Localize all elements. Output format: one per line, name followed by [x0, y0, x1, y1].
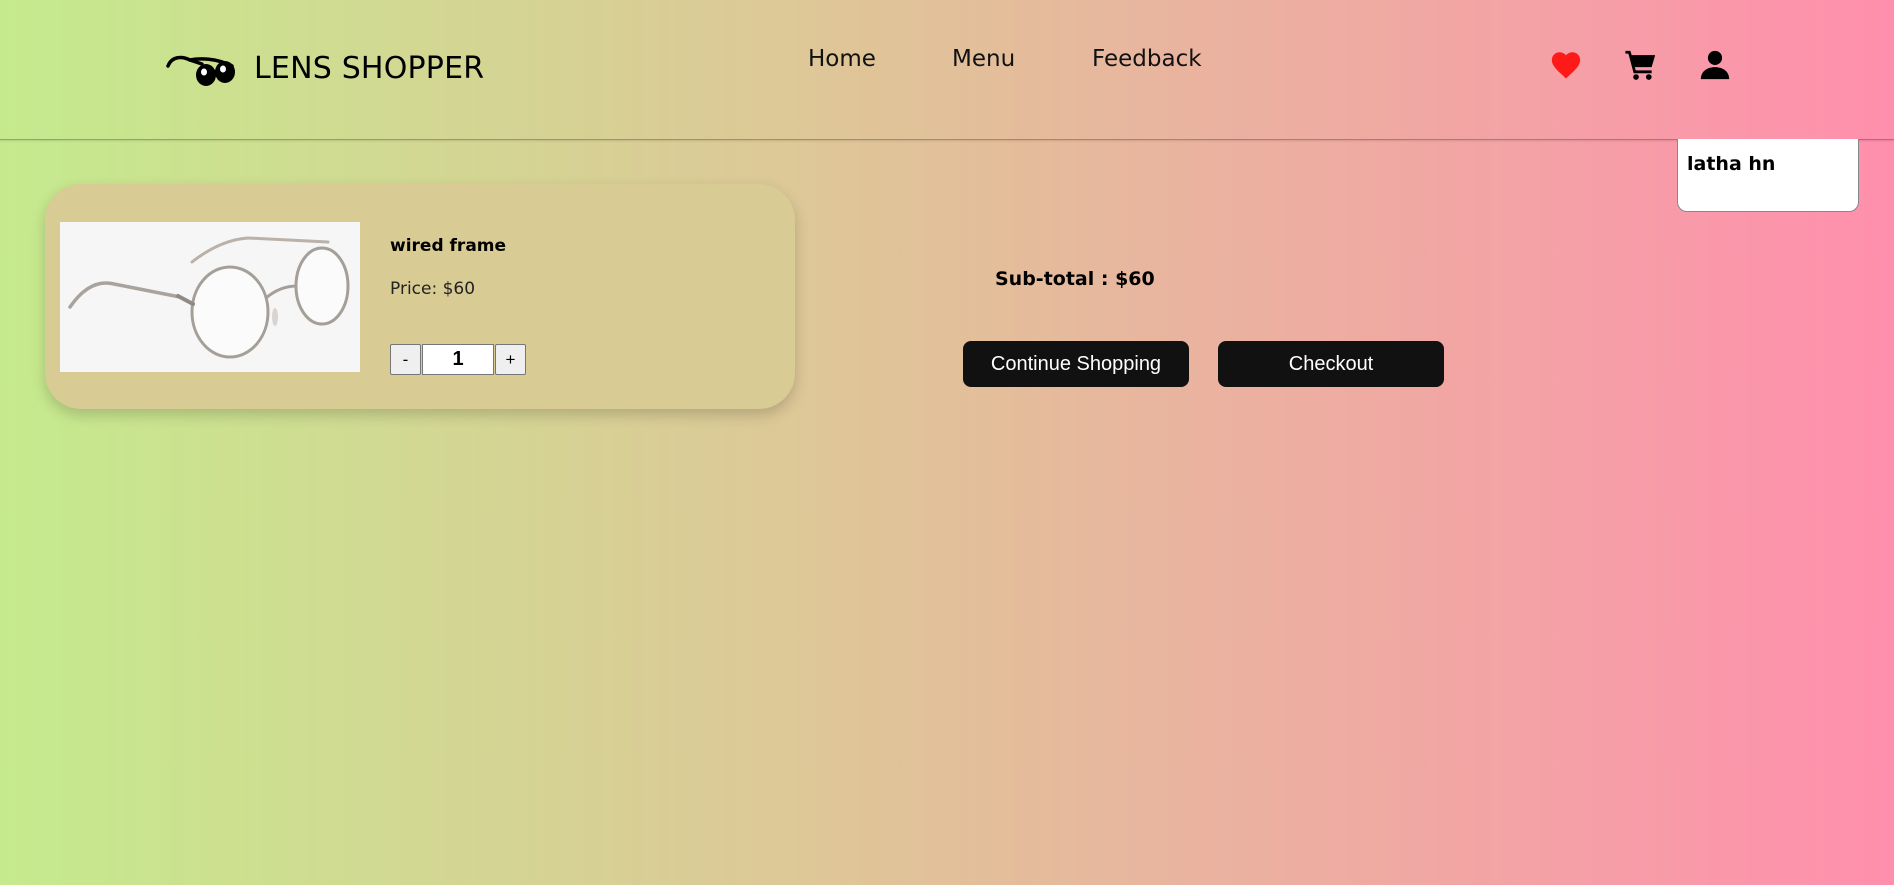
user-icon[interactable] [1698, 48, 1732, 82]
user-dropdown: latha hn [1677, 139, 1859, 212]
checkout-button[interactable]: Checkout [1218, 341, 1444, 387]
product-price: Price: $60 [390, 279, 476, 299]
continue-shopping-button[interactable]: Continue Shopping [963, 341, 1189, 387]
site-header: LENS SHOPPER Home Menu Feedback [0, 0, 1894, 140]
cart-icon[interactable] [1624, 48, 1658, 82]
nav-menu[interactable]: Menu [952, 46, 1015, 72]
brand-logo[interactable]: LENS SHOPPER [166, 44, 484, 92]
nav-home[interactable]: Home [808, 46, 876, 72]
product-image [60, 222, 360, 372]
quantity-stepper: - 1 + [390, 344, 526, 375]
cart-item-card: wired frame Price: $60 - 1 + [45, 184, 795, 409]
nav-feedback[interactable]: Feedback [1092, 46, 1202, 72]
increment-button[interactable]: + [495, 344, 526, 375]
user-name: latha hn [1687, 153, 1776, 175]
heart-icon[interactable] [1549, 48, 1583, 82]
decrement-button[interactable]: - [390, 344, 421, 375]
quantity-input[interactable]: 1 [422, 344, 494, 375]
brand-name: LENS SHOPPER [254, 50, 485, 86]
subtotal: Sub-total : $60 [995, 268, 1155, 290]
product-name: wired frame [390, 236, 507, 256]
glasses-icon [166, 55, 235, 86]
